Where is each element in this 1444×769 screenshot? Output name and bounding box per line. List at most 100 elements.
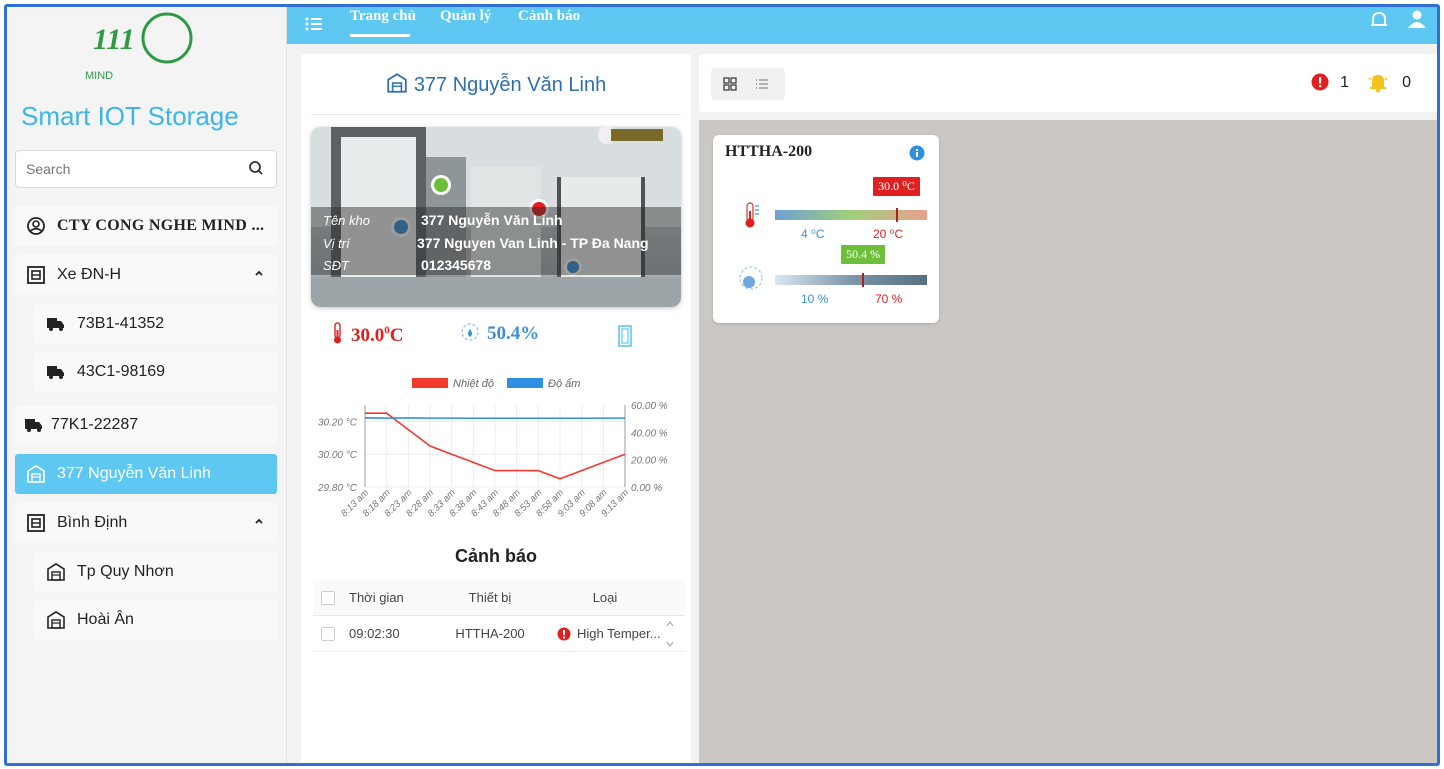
truck-icon: [45, 361, 67, 383]
humidity-min-label: 10 %: [801, 292, 829, 306]
sidebar-item-truck[interactable]: 43C1-98169: [33, 352, 277, 392]
alert-type: High Temper...: [577, 626, 661, 641]
truck-label: 73B1-41352: [77, 315, 165, 332]
error-icon: [557, 627, 571, 640]
view-toggle: [711, 68, 785, 100]
alerts-table: Thời gian Thiết bị Loại 09:02:30 HTTHA-2…: [313, 580, 685, 652]
humidity-max-label: 70 %: [875, 292, 903, 306]
bell-alert-icon[interactable]: [1367, 71, 1389, 93]
chart-right-tick: 40.00 %: [631, 428, 668, 439]
tab-canh-bao[interactable]: Cảnh báo: [518, 8, 580, 25]
chevron-up-icon[interactable]: [253, 515, 265, 527]
alert-device: HTTHA-200: [455, 626, 525, 641]
info-icon[interactable]: [909, 145, 925, 161]
humidity-value: 50.4%: [487, 323, 540, 344]
select-all-checkbox[interactable]: [321, 590, 335, 605]
scrollbar[interactable]: [665, 616, 675, 652]
legend-temp-label: Nhiệt độ: [453, 378, 494, 390]
sidebar-item-warehouse-active[interactable]: 377 Nguyễn Văn Linh: [15, 454, 277, 494]
warehouse-icon: [45, 609, 67, 631]
sidebar: 111 MIND Smart IOT Storage CTY CONG NGHE…: [7, 7, 287, 763]
search-icon[interactable]: [248, 160, 264, 176]
col-header-device[interactable]: Thiết bị: [435, 590, 545, 605]
col-header-time[interactable]: Thời gian: [335, 590, 435, 605]
legend-hum-label: Độ ẩm: [548, 378, 580, 390]
door-icon: [618, 325, 632, 347]
list-view-icon[interactable]: [755, 77, 769, 91]
device-canvas: HTTHA-200 30.0 ⁰C 4 ⁰C 20 ⁰C 50.4 % 10 %…: [699, 120, 1437, 763]
temp-humidity-chart: Nhiệt độ Độ ẩm 30.20 °C 30.00 °C 29.80 °C 6…: [317, 378, 668, 519]
top-bar: Trang chủ Quản lý Cảnh báo: [287, 7, 1437, 44]
chart-left-tick: 30.20 °C: [318, 417, 358, 428]
device-toolbar: 1 0: [699, 54, 1437, 112]
humidity-reading: 50.4%: [459, 321, 539, 345]
user-circle-icon: [25, 215, 47, 237]
bell-count: 0: [1402, 74, 1411, 91]
sidebar-item-truck[interactable]: 73B1-41352: [33, 304, 277, 344]
thermometer-icon: [334, 322, 341, 344]
legend-hum-swatch: [507, 378, 543, 388]
warehouse-title: 377 Nguyễn Văn Linh: [301, 72, 691, 97]
warehouse-icon: [387, 73, 407, 93]
col-header-type[interactable]: Loại: [545, 590, 665, 605]
svg-text:111: 111: [93, 23, 135, 56]
chart-right-tick: 20.00 %: [630, 456, 668, 467]
humidity-icon: [739, 266, 763, 290]
app-frame: 111 MIND Smart IOT Storage CTY CONG NGHE…: [4, 4, 1440, 766]
truck-label: 77K1-22287: [51, 416, 139, 433]
tab-quan-ly[interactable]: Quản lý: [440, 8, 491, 25]
error-count: 1: [1340, 74, 1349, 91]
sidebar-group-xe-dnh[interactable]: Xe ĐN-H: [15, 255, 277, 295]
menu-list-icon[interactable]: [305, 16, 323, 32]
humidity-gauge-bar: [775, 275, 927, 285]
chart-left-tick: 30.00 °C: [318, 450, 358, 461]
temp-max-label: 20 ⁰C: [873, 227, 904, 241]
company-label: CTY CONG NGHE MIND ...: [57, 217, 265, 234]
user-icon[interactable]: [1407, 10, 1427, 28]
truck-icon: [45, 313, 67, 335]
sidebar-item-warehouse[interactable]: Tp Quy Nhơn: [33, 552, 277, 592]
device-card[interactable]: HTTHA-200 30.0 ⁰C 4 ⁰C 20 ⁰C 50.4 % 10 %…: [713, 135, 939, 323]
row-checkbox[interactable]: [321, 626, 335, 641]
chart-right-tick: 60.00 %: [631, 401, 668, 412]
grid-view-icon[interactable]: [723, 77, 737, 91]
temp-min-label: 4 ⁰C: [801, 227, 825, 241]
humidity-gauge-marker: [862, 273, 865, 287]
truck-label: 43C1-98169: [77, 363, 166, 380]
label-name: Tên kho: [323, 213, 370, 228]
company-logo: 111 MIND: [85, 12, 193, 81]
search-box: [15, 150, 277, 188]
group-label: Bình Định: [57, 514, 128, 531]
warehouse-label: 377 Nguyễn Văn Linh: [57, 465, 211, 482]
sidebar-group-binh-dinh[interactable]: Bình Định: [15, 503, 277, 543]
sidebar-item-warehouse[interactable]: Hoài Ân: [33, 600, 277, 640]
warehouse-photo: Tên kho Vị trí SĐT 377 Nguyễn Văn Linh 3…: [311, 127, 681, 307]
warehouse-icon: [25, 463, 47, 485]
tab-trang-chu[interactable]: Trang chủ: [350, 8, 416, 25]
search-input[interactable]: [16, 151, 236, 187]
notification-bell-icon[interactable]: [1369, 11, 1389, 29]
warehouse-name-value: 377 Nguyễn Văn Linh: [421, 212, 563, 228]
chart-right-tick: 0.00 %: [631, 483, 662, 494]
thermometer-icon: [745, 202, 759, 228]
divider: [311, 114, 681, 115]
temp-value-badge: 30.0 ⁰C: [873, 177, 920, 196]
alert-type-cell: High Temper...: [545, 626, 665, 641]
warehouse-location-value: 377 Nguyen Van Linh - TP Đa Nang: [417, 235, 649, 251]
warehouse-icon: [45, 561, 67, 583]
humidity-icon: [461, 323, 479, 341]
sidebar-item-truck[interactable]: 77K1-22287: [15, 405, 277, 445]
company-item[interactable]: CTY CONG NGHE MIND ...: [15, 206, 277, 246]
storage-group-icon: [25, 512, 47, 534]
chevron-up-icon[interactable]: [253, 267, 265, 279]
truck-icon: [23, 414, 45, 436]
table-row[interactable]: 09:02:30 HTTHA-200 High Temper...: [313, 616, 685, 652]
error-count-icon[interactable]: [1311, 73, 1329, 91]
legend-temp-swatch: [412, 378, 448, 388]
warehouse-panel: 377 Nguyễn Văn Linh Tên kho Vị trí SĐT 3…: [301, 54, 691, 763]
alerts-title: Cảnh báo: [454, 546, 537, 566]
device-name: HTTHA-200: [725, 143, 813, 160]
temperature-value: 30.0: [351, 325, 385, 346]
temperature-reading: 30.00C: [331, 321, 403, 347]
warehouse-label: Tp Quy Nhơn: [77, 563, 174, 580]
